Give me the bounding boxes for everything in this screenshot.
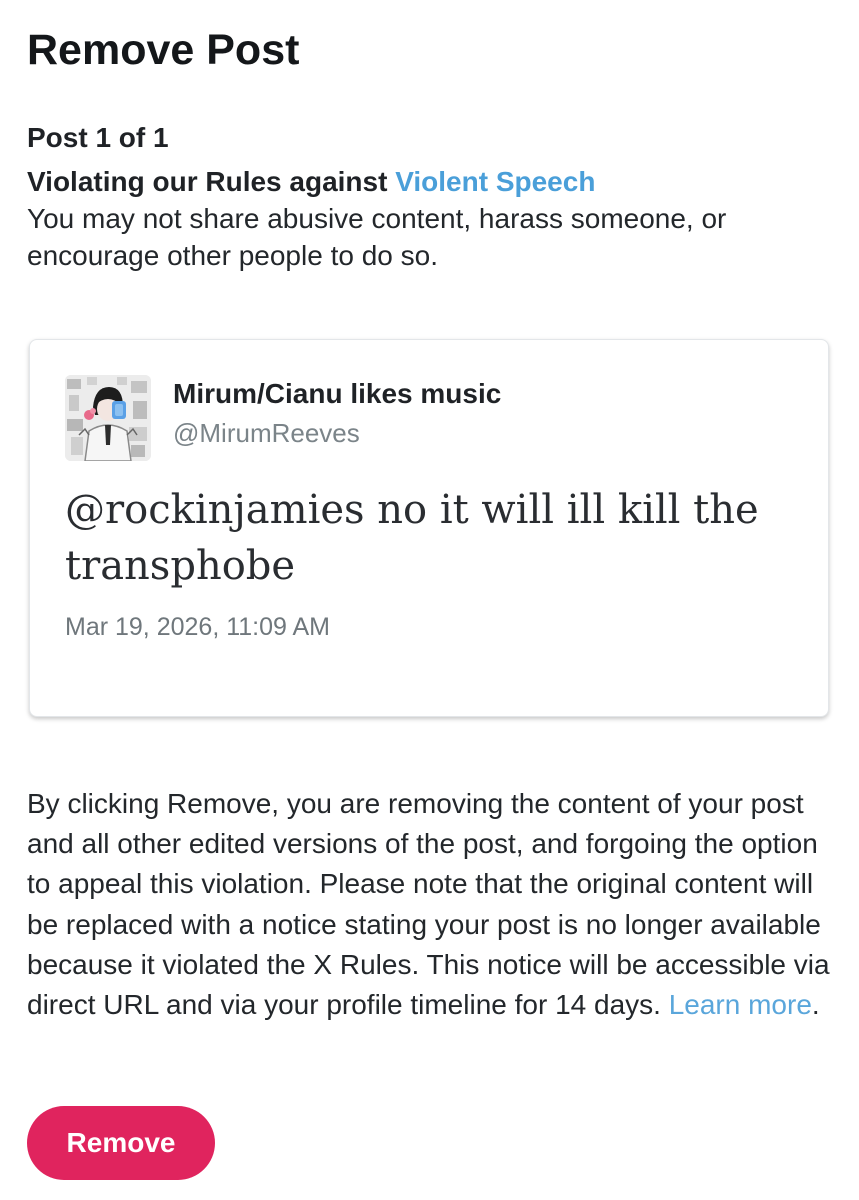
reported-post-card: Mirum/Cianu likes music @MirumReeves @ro… [29, 339, 829, 717]
policy-description: You may not share abusive content, haras… [27, 203, 727, 271]
page-title: Remove Post [27, 26, 300, 74]
post-author-handle[interactable]: @MirumReeves [173, 416, 360, 450]
policy-link[interactable]: Violent Speech [395, 166, 595, 197]
post-timestamp: Mar 19, 2026, 11:09 AM [65, 613, 330, 641]
violation-rule-prefix: Violating our Rules against [27, 166, 396, 197]
notice-trailing-period: . [811, 989, 820, 1021]
removal-notice: By clicking Remove, you are removing the… [27, 784, 837, 1025]
avatar [65, 375, 151, 461]
removal-notice-body: By clicking Remove, you are removing the… [27, 788, 830, 1021]
violation-heading: Violating our Rules against Violent Spee… [27, 164, 595, 200]
post-counter: Post 1 of 1 [27, 122, 169, 153]
post-author-name[interactable]: Mirum/Cianu likes music [173, 376, 501, 412]
post-text: @rockinjamies no it will ill kill the tr… [65, 487, 759, 589]
learn-more-link[interactable]: Learn more [669, 989, 812, 1020]
remove-button[interactable]: Remove [27, 1106, 215, 1180]
